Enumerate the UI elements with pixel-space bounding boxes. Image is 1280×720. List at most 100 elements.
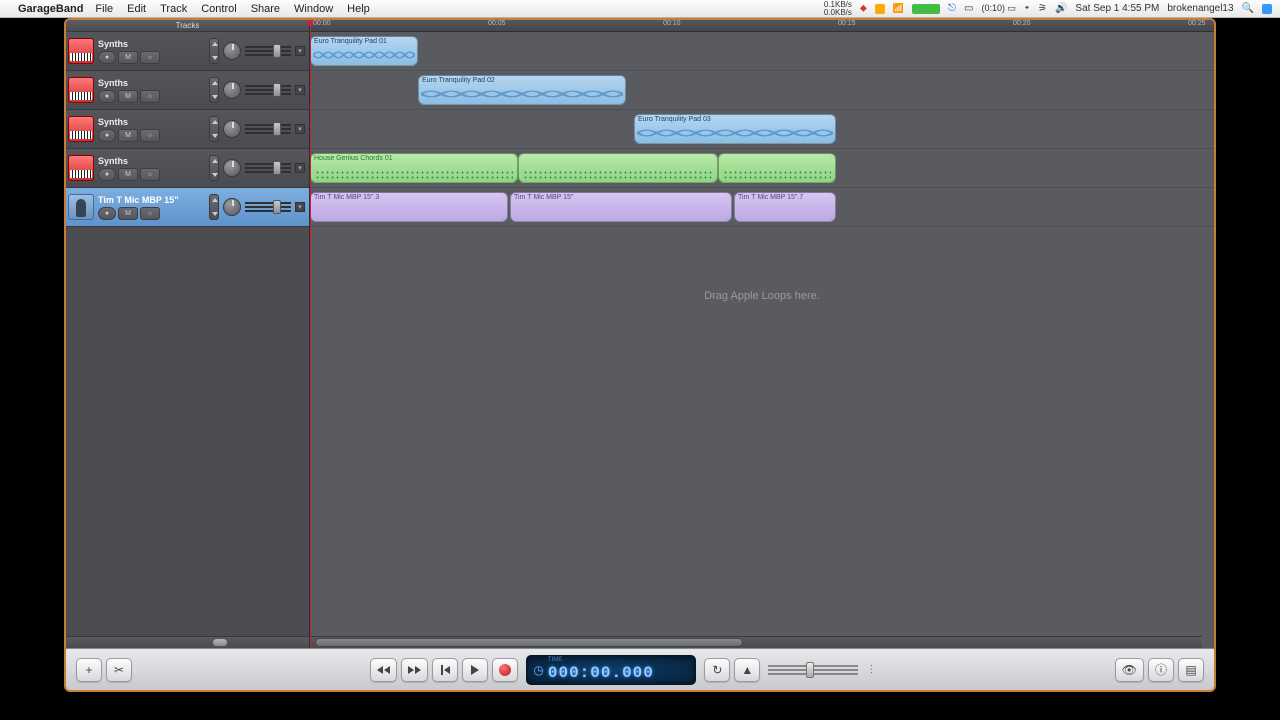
menu-extra-icon[interactable]: ⎋: [948, 3, 956, 14]
menu-extra-icon[interactable]: ⬥: [860, 3, 867, 14]
notification-center-icon[interactable]: [1262, 4, 1272, 14]
menu-file[interactable]: File: [95, 3, 113, 15]
record-button[interactable]: [492, 658, 518, 682]
audio-region[interactable]: Tim T Mic MBP 15".3: [310, 192, 508, 222]
app-name[interactable]: GarageBand: [18, 3, 83, 15]
tracks-zoom-scrollbar[interactable]: [66, 636, 309, 648]
track-disclosure[interactable]: ▾: [295, 124, 305, 134]
lane[interactable]: Euro Tranquility Pad 01: [310, 32, 1214, 71]
ruler-tick: 00:10: [663, 20, 681, 27]
menu-control[interactable]: Control: [201, 3, 236, 15]
mute-button[interactable]: M: [118, 207, 138, 220]
media-browser-button[interactable]: ⓘ: [1148, 658, 1174, 682]
menu-extra-icon[interactable]: [875, 4, 885, 14]
lane[interactable]: Euro Tranquility Pad 03: [310, 110, 1214, 149]
timeline-scrollbar[interactable]: [310, 636, 1202, 648]
add-track-button[interactable]: +: [76, 658, 102, 682]
track-stepper[interactable]: [209, 77, 219, 103]
mute-button[interactable]: M: [118, 51, 138, 64]
bluetooth-icon[interactable]: ᛭: [1024, 3, 1030, 14]
audio-region[interactable]: [718, 153, 836, 183]
pan-knob[interactable]: [223, 159, 241, 177]
mute-button[interactable]: M: [118, 168, 138, 181]
pan-knob[interactable]: [223, 81, 241, 99]
time-ruler[interactable]: 00:0000:0500:1000:1500:2000:25: [310, 20, 1214, 32]
track-header[interactable]: Tim T Mic MBP 15"●M☼▾: [66, 188, 309, 227]
battery-status[interactable]: (0:10) ▭: [981, 3, 1016, 14]
track-header[interactable]: Synths●M☼▾: [66, 149, 309, 188]
arrangement-lanes[interactable]: Euro Tranquility Pad 01Euro Tranquility …: [310, 32, 1214, 227]
menu-share[interactable]: Share: [251, 3, 280, 15]
track-stepper[interactable]: [209, 38, 219, 64]
track-disclosure[interactable]: ▾: [295, 202, 305, 212]
audio-region[interactable]: Tim T Mic MBP 15".7: [734, 192, 836, 222]
solo-button[interactable]: ☼: [140, 207, 160, 220]
wifi-icon[interactable]: ⚞: [1038, 3, 1047, 14]
mute-button[interactable]: M: [118, 90, 138, 103]
volume-slider[interactable]: [245, 159, 291, 177]
menu-extra-icon[interactable]: [912, 4, 940, 14]
volume-slider[interactable]: [245, 120, 291, 138]
audio-region[interactable]: Tim T Mic MBP 15": [510, 192, 732, 222]
display-icon[interactable]: ▭: [964, 3, 973, 14]
volume-slider[interactable]: [245, 198, 291, 216]
waveform: [421, 87, 623, 101]
track-header[interactable]: Synths●M☼▾: [66, 32, 309, 71]
menu-help[interactable]: Help: [347, 3, 370, 15]
record-enable-button[interactable]: ●: [98, 129, 116, 142]
lane[interactable]: Euro Tranquility Pad 02: [310, 71, 1214, 110]
pan-knob[interactable]: [223, 42, 241, 60]
record-enable-button[interactable]: ●: [98, 90, 116, 103]
solo-button[interactable]: ☼: [140, 168, 160, 181]
audio-region[interactable]: Euro Tranquility Pad 02: [418, 75, 626, 105]
mute-button[interactable]: M: [118, 129, 138, 142]
playhead[interactable]: [310, 20, 311, 648]
metronome-button[interactable]: ▲: [734, 658, 760, 682]
notepad-button[interactable]: ▤: [1178, 658, 1204, 682]
loop-browser-button[interactable]: 👁: [1115, 658, 1144, 682]
audio-region[interactable]: Euro Tranquility Pad 03: [634, 114, 836, 144]
user-menu[interactable]: brokenangel13: [1167, 3, 1233, 14]
track-stepper[interactable]: [209, 116, 219, 142]
spotlight-icon[interactable]: 🔍: [1242, 3, 1254, 14]
record-enable-button[interactable]: ●: [98, 207, 116, 220]
clock[interactable]: Sat Sep 1 4:55 PM: [1075, 3, 1159, 14]
track-stepper[interactable]: [209, 194, 219, 220]
menu-window[interactable]: Window: [294, 3, 333, 15]
tracks-header: Tracks: [66, 20, 309, 32]
audio-region[interactable]: [518, 153, 718, 183]
solo-button[interactable]: ☼: [140, 51, 160, 64]
record-enable-button[interactable]: ●: [98, 51, 116, 64]
track-disclosure[interactable]: ▾: [295, 46, 305, 56]
menu-edit[interactable]: Edit: [127, 3, 146, 15]
volume-icon[interactable]: 🔊: [1055, 3, 1067, 14]
track-stepper[interactable]: [209, 155, 219, 181]
volume-slider[interactable]: [245, 42, 291, 60]
track-header[interactable]: Synths●M☼▾: [66, 71, 309, 110]
solo-button[interactable]: ☼: [140, 129, 160, 142]
audio-region[interactable]: House Genius Chords 01: [310, 153, 518, 183]
lane[interactable]: Tim T Mic MBP 15".3Tim T Mic MBP 15"Tim …: [310, 188, 1214, 227]
pan-knob[interactable]: [223, 120, 241, 138]
volume-slider[interactable]: [245, 81, 291, 99]
track-disclosure[interactable]: ▾: [295, 85, 305, 95]
menu-extra-icon[interactable]: 📶: [893, 3, 904, 14]
ruler-tick: 00:15: [838, 20, 856, 27]
track-disclosure[interactable]: ▾: [295, 163, 305, 173]
audio-region[interactable]: Euro Tranquility Pad 01: [310, 36, 418, 66]
lane[interactable]: House Genius Chords 01: [310, 149, 1214, 188]
menu-track[interactable]: Track: [160, 3, 187, 15]
go-to-start-button[interactable]: [432, 658, 458, 682]
track-editor-button[interactable]: ✂: [106, 658, 132, 682]
pan-knob[interactable]: [223, 198, 241, 216]
forward-button[interactable]: [401, 658, 428, 682]
lcd-display[interactable]: ◷ TIME 000:00.000: [526, 655, 696, 685]
cycle-button[interactable]: ↻: [704, 658, 730, 682]
track-header[interactable]: Synths●M☼▾: [66, 110, 309, 149]
rewind-button[interactable]: [370, 658, 397, 682]
master-volume-slider[interactable]: [768, 663, 858, 677]
solo-button[interactable]: ☼: [140, 90, 160, 103]
record-enable-button[interactable]: ●: [98, 168, 116, 181]
region-label: [519, 154, 717, 156]
play-button[interactable]: [462, 658, 488, 682]
